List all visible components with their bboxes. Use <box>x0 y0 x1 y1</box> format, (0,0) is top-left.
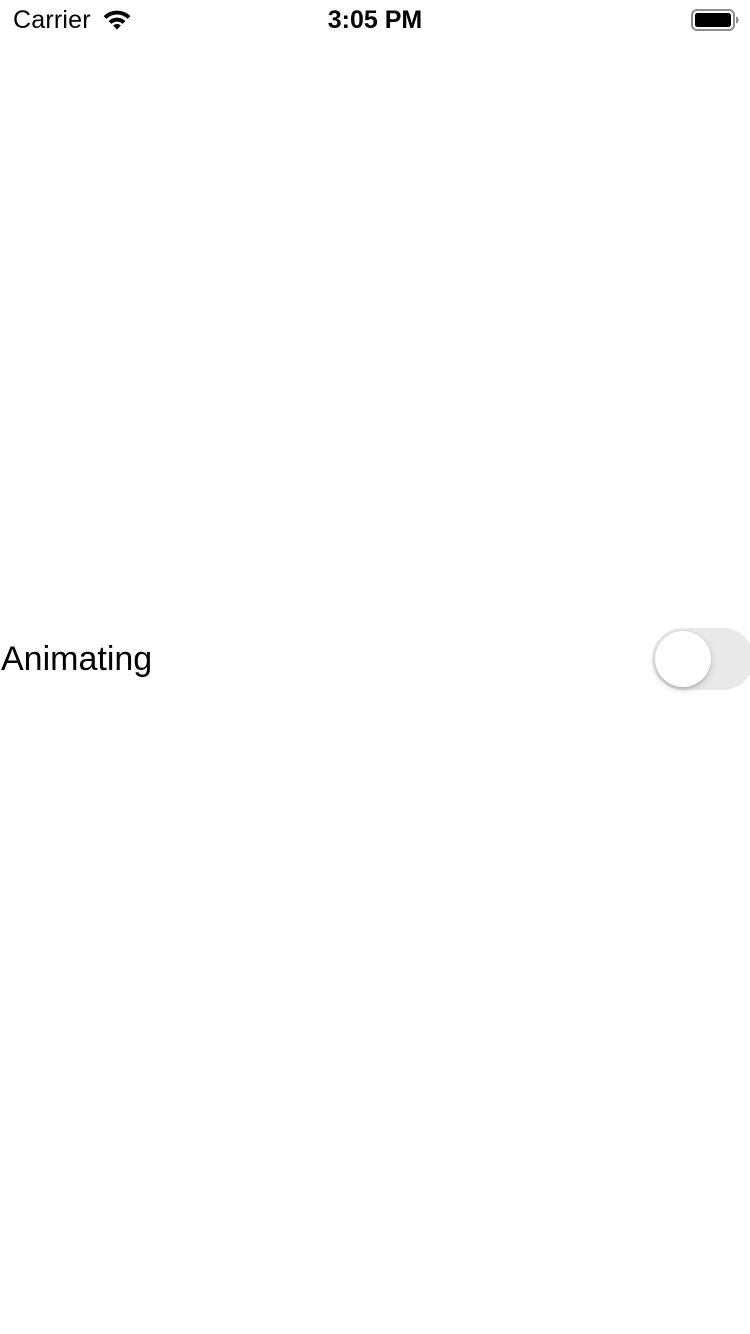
status-bar: Carrier 3:05 PM <box>0 0 750 40</box>
toggle-knob <box>655 631 711 687</box>
battery-full-icon <box>691 9 739 31</box>
animating-row: Animating <box>0 628 750 690</box>
status-time: 3:05 PM <box>327 6 423 34</box>
animating-label: Animating <box>1 640 153 678</box>
app-screen: Carrier 3:05 PM Animating <box>0 0 750 1334</box>
animating-toggle[interactable] <box>652 628 750 690</box>
